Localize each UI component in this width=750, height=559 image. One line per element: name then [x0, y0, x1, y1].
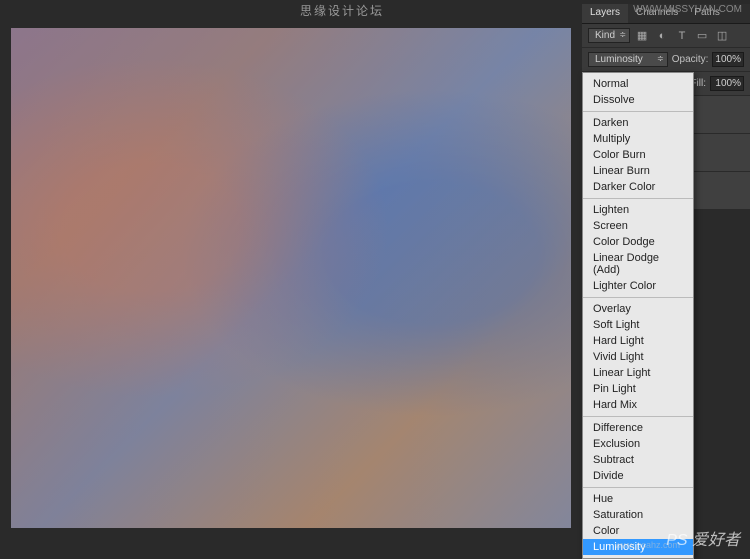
- blend-option-hard-mix[interactable]: Hard Mix: [583, 397, 693, 413]
- blend-option-darker-color[interactable]: Darker Color: [583, 179, 693, 195]
- blend-option-divide[interactable]: Divide: [583, 468, 693, 484]
- blend-option-soft-light[interactable]: Soft Light: [583, 317, 693, 333]
- blend-option-linear-burn[interactable]: Linear Burn: [583, 163, 693, 179]
- blend-option-dissolve[interactable]: Dissolve: [583, 92, 693, 108]
- blend-option-subtract[interactable]: Subtract: [583, 452, 693, 468]
- watermark-bottom: PS 爱好者: [666, 526, 740, 550]
- blend-option-linear-dodge-add-[interactable]: Linear Dodge (Add): [583, 250, 693, 278]
- blend-option-vivid-light[interactable]: Vivid Light: [583, 349, 693, 365]
- blend-option-lighter-color[interactable]: Lighter Color: [583, 278, 693, 294]
- blend-option-darken[interactable]: Darken: [583, 115, 693, 131]
- filter-adjust-icon[interactable]: ◐: [654, 28, 670, 44]
- blend-option-saturation[interactable]: Saturation: [583, 507, 693, 523]
- blend-row: Luminosity Opacity: 100%: [582, 48, 750, 72]
- canvas-area: [0, 0, 582, 556]
- canvas-image[interactable]: [11, 28, 571, 528]
- kind-select[interactable]: Kind: [588, 28, 630, 43]
- blend-option-color-burn[interactable]: Color Burn: [583, 147, 693, 163]
- blend-option-difference[interactable]: Difference: [583, 420, 693, 436]
- filter-pixel-icon[interactable]: ▦: [634, 28, 650, 44]
- watermark-url: WWW.MISSYUAN.COM: [633, 4, 742, 15]
- blend-mode-select[interactable]: Luminosity: [588, 52, 668, 67]
- filter-type-icon[interactable]: T: [674, 28, 690, 44]
- blend-option-linear-light[interactable]: Linear Light: [583, 365, 693, 381]
- blend-option-overlay[interactable]: Overlay: [583, 301, 693, 317]
- blend-option-exclusion[interactable]: Exclusion: [583, 436, 693, 452]
- blend-option-multiply[interactable]: Multiply: [583, 131, 693, 147]
- blend-mode-dropdown[interactable]: NormalDissolveDarkenMultiplyColor BurnLi…: [582, 72, 694, 559]
- blend-option-hard-light[interactable]: Hard Light: [583, 333, 693, 349]
- blend-option-color-dodge[interactable]: Color Dodge: [583, 234, 693, 250]
- blend-option-lighten[interactable]: Lighten: [583, 202, 693, 218]
- filter-smart-icon[interactable]: ◫: [714, 28, 730, 44]
- filter-shape-icon[interactable]: ▭: [694, 28, 710, 44]
- tab-layers[interactable]: Layers: [582, 4, 628, 23]
- blend-option-normal[interactable]: Normal: [583, 76, 693, 92]
- blend-option-hue[interactable]: Hue: [583, 491, 693, 507]
- fill-input[interactable]: 100%: [710, 76, 744, 91]
- blend-option-pin-light[interactable]: Pin Light: [583, 381, 693, 397]
- filter-row: Kind ▦ ◐ T ▭ ◫: [582, 24, 750, 48]
- opacity-label: Opacity:: [672, 54, 709, 65]
- opacity-input[interactable]: 100%: [712, 52, 744, 67]
- blend-option-screen[interactable]: Screen: [583, 218, 693, 234]
- watermark-top: 思缘设计论坛: [300, 2, 384, 19]
